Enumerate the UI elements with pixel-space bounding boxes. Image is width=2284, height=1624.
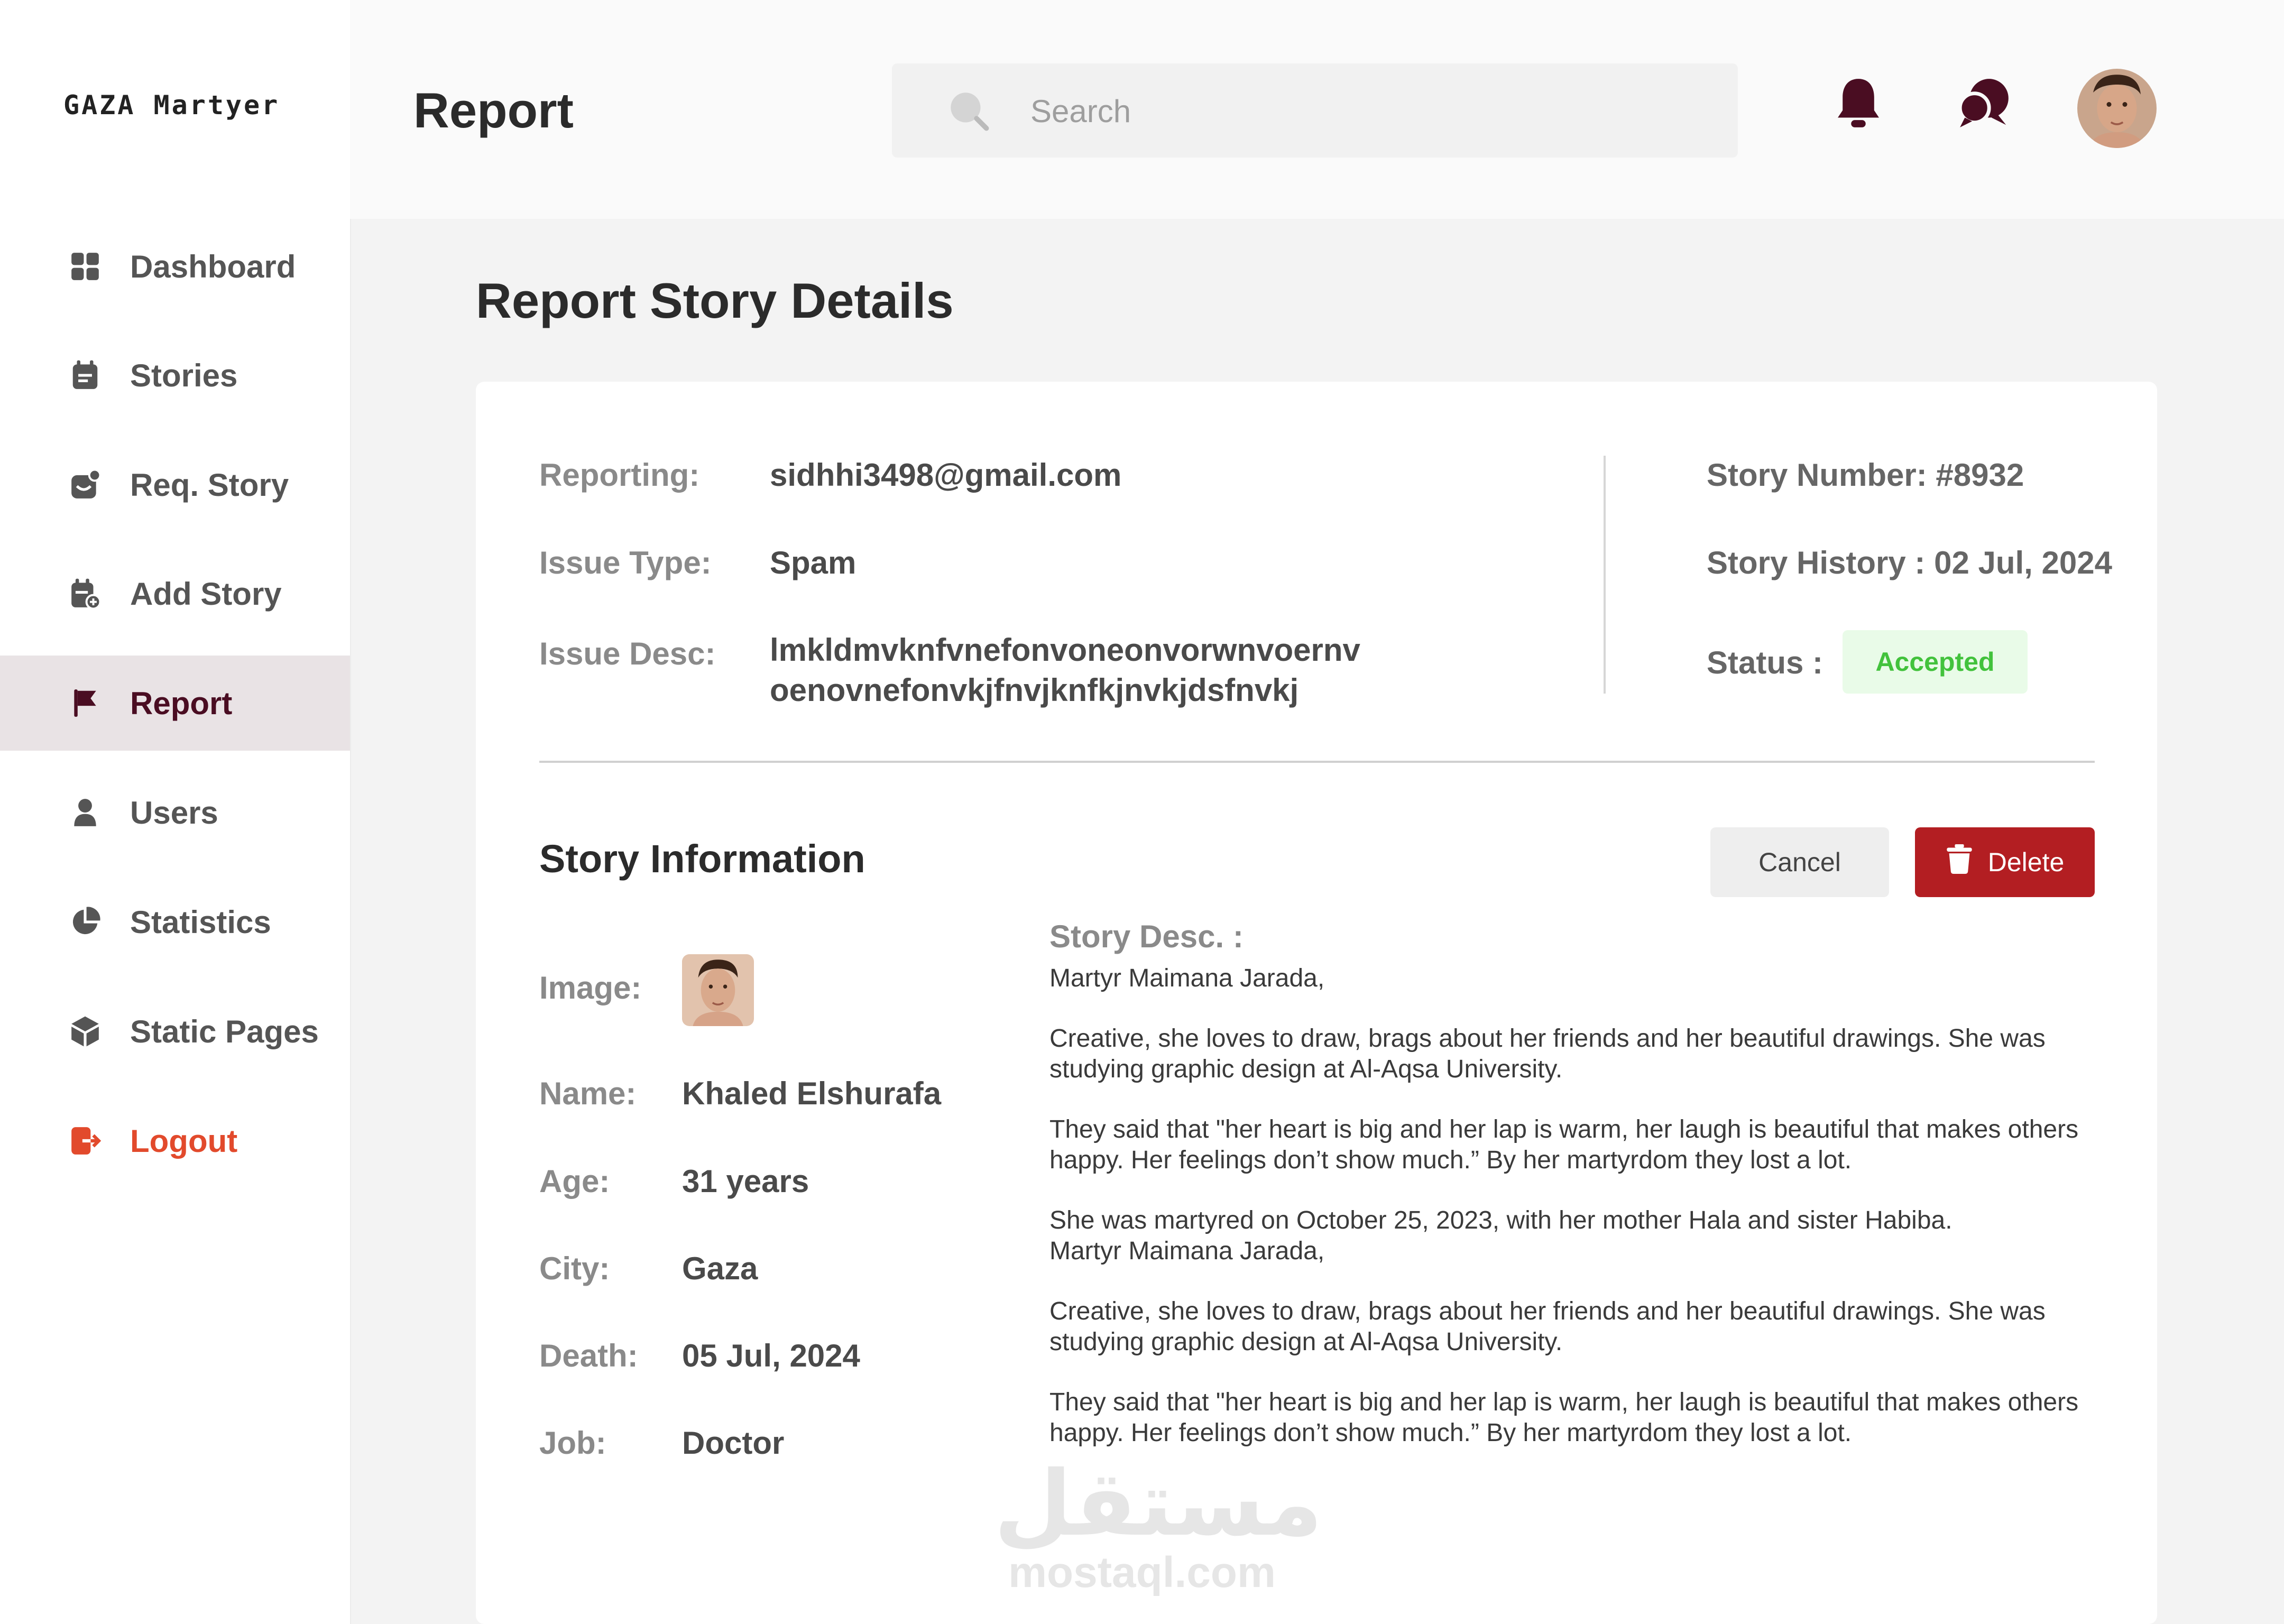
story-information-title: Story Information — [539, 837, 865, 881]
delete-label: Delete — [1987, 847, 2065, 877]
story-number: Story Number: #8932 — [1707, 457, 2024, 493]
sidebar-item-stories[interactable]: Stories — [0, 328, 350, 423]
desc-paragraph: Creative, she loves to draw, brags about… — [1049, 1025, 2046, 1083]
sidebar-item-label: Statistics — [130, 904, 271, 940]
user-icon — [67, 794, 104, 831]
watermark-latin: mostaql.com — [1008, 1548, 1276, 1597]
inbox-request-icon — [67, 466, 104, 503]
search-bar[interactable] — [892, 63, 1738, 159]
city-label: City: — [539, 1251, 610, 1286]
sidebar-item-users[interactable]: Users — [0, 765, 350, 860]
story-image[interactable] — [682, 954, 754, 1026]
desc-paragraph: They said that "her heart is big and her… — [1049, 1115, 2079, 1174]
sidebar-item-static-pages[interactable]: Static Pages — [0, 984, 350, 1079]
pie-chart-icon — [67, 903, 104, 940]
image-label: Image: — [539, 970, 642, 1005]
story-history: Story History : 02 Jul, 2024 — [1707, 545, 2112, 580]
sidebar-item-label: Logout — [130, 1123, 238, 1159]
top-header: Report — [350, 0, 2284, 219]
search-input[interactable] — [1029, 63, 1719, 159]
page-title: Report — [413, 82, 574, 138]
desc-paragraph: She was martyred on October 25, 2023, wi… — [1049, 1206, 1953, 1234]
sidebar: GAZA Martyer Dashboard Stories Req. Stor… — [0, 0, 351, 1624]
sidebar-item-req-story[interactable]: Req. Story — [0, 437, 350, 532]
app-logo[interactable]: GAZA Martyer — [63, 90, 280, 121]
desc-paragraph: Martyr Maimana Jarada, — [1049, 964, 1325, 992]
issue-desc-line: oenovnefonvkjfnvjknfkjnvkjdsfnvkj — [770, 672, 1299, 708]
issue-desc-label: Issue Desc: — [539, 636, 716, 671]
watermark-arabic: مستقل — [994, 1452, 1323, 1556]
chat-icon[interactable] — [1955, 74, 2013, 132]
bell-icon[interactable] — [1829, 74, 1887, 132]
desc-paragraph: They said that "her heart is big and her… — [1049, 1388, 2079, 1447]
reporting-label: Reporting: — [539, 457, 700, 493]
delete-button[interactable]: Delete — [1915, 827, 2095, 897]
report-details-card: Reporting: sidhhi3498@gmail.com Issue Ty… — [476, 382, 2157, 1624]
logout-icon — [67, 1122, 104, 1159]
sidebar-item-logout[interactable]: Logout — [0, 1093, 350, 1188]
dashboard-grid-icon — [67, 248, 104, 285]
sidebar-item-label: Req. Story — [130, 467, 289, 503]
reporting-value: sidhhi3498@gmail.com — [770, 457, 1122, 493]
death-value: 05 Jul, 2024 — [682, 1338, 860, 1373]
calendar-add-icon — [67, 575, 104, 612]
sidebar-item-add-story[interactable]: Add Story — [0, 546, 350, 641]
sidebar-item-report[interactable]: Report — [0, 656, 350, 751]
name-value: Khaled Elshurafa — [682, 1076, 942, 1111]
avatar[interactable] — [2077, 69, 2157, 148]
watermark: مستقل mostaql.com — [994, 1452, 1323, 1597]
sidebar-item-statistics[interactable]: Statistics — [0, 874, 350, 970]
job-value: Doctor — [682, 1425, 785, 1461]
cube-icon — [67, 1013, 104, 1050]
age-value: 31 years — [682, 1164, 809, 1199]
issue-desc-line: lmkldmvknfvnefonvoneonvorwnvoernv — [770, 632, 1360, 668]
story-description: Martyr Maimana Jarada, Creative, she lov… — [1049, 963, 2107, 1478]
sidebar-item-label: Add Story — [130, 576, 282, 612]
horizontal-divider — [539, 761, 2095, 763]
vertical-divider — [1604, 456, 1606, 694]
sidebar-item-label: Report — [130, 685, 233, 721]
sidebar-item-label: Static Pages — [130, 1013, 319, 1049]
flag-icon — [67, 685, 104, 722]
sidebar-item-label: Dashboard — [130, 248, 296, 284]
story-desc-title: Story Desc. : — [1049, 919, 1244, 954]
search-icon — [945, 87, 992, 134]
issue-desc-value: lmkldmvknfvnefonvoneonvorwnvoernv oenovn… — [770, 630, 1360, 710]
name-label: Name: — [539, 1076, 637, 1111]
cancel-button[interactable]: Cancel — [1710, 827, 1889, 897]
status-label: Status : — [1707, 645, 1823, 680]
issue-type-value: Spam — [770, 545, 856, 580]
desc-paragraph: Creative, she loves to draw, brags about… — [1049, 1297, 2046, 1356]
sidebar-item-dashboard[interactable]: Dashboard — [0, 219, 350, 314]
desc-paragraph: Martyr Maimana Jarada, — [1049, 1237, 1325, 1265]
sidebar-item-label: Users — [130, 795, 218, 831]
status-badge: Accepted — [1843, 630, 2028, 694]
trash-icon — [1946, 844, 1973, 880]
issue-type-label: Issue Type: — [539, 545, 712, 580]
job-label: Job: — [539, 1425, 606, 1461]
calendar-icon — [67, 357, 104, 394]
city-value: Gaza — [682, 1251, 758, 1286]
section-title: Report Story Details — [476, 273, 954, 328]
death-label: Death: — [539, 1338, 638, 1373]
age-label: Age: — [539, 1164, 610, 1199]
sidebar-item-label: Stories — [130, 357, 238, 393]
